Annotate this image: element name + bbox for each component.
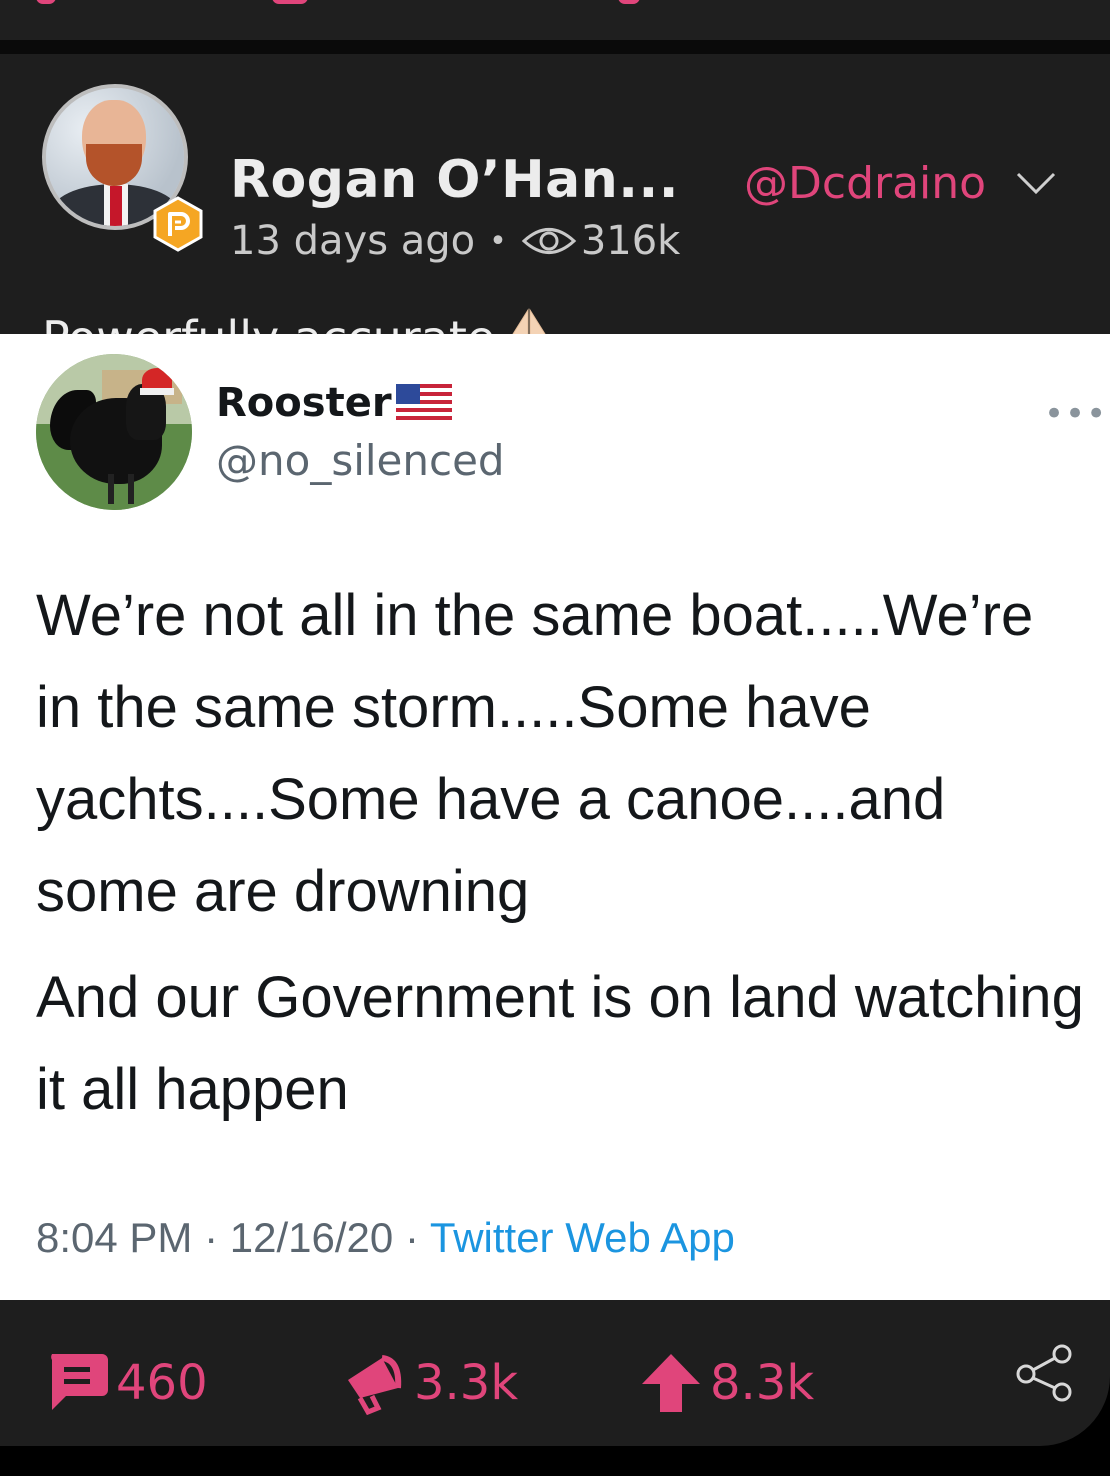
- tweet-body: We’re not all in the same boat.....We’re…: [36, 570, 1086, 1150]
- author-handle[interactable]: @Dcdraino: [744, 158, 986, 209]
- author-name[interactable]: Rogan O’Han...: [230, 150, 679, 210]
- tweet-paragraph: We’re not all in the same boat.....We’re…: [36, 583, 1034, 924]
- tweet-source: Twitter Web App: [429, 1214, 735, 1261]
- echo-button[interactable]: 3.3k: [342, 1350, 518, 1416]
- view-count: 316k: [580, 218, 681, 264]
- post-meta: 13 days ago • 316k: [230, 218, 680, 264]
- upvote-icon: [642, 1354, 700, 1412]
- feed-gap: [0, 40, 1110, 54]
- chevron-down-icon[interactable]: [1014, 164, 1058, 200]
- tweet-date: 12/16/20: [229, 1214, 394, 1261]
- post-header: Rogan O’Han... @Dcdraino 13 days ago • 3…: [0, 54, 1110, 366]
- tweet-author-name: Rooster: [216, 380, 452, 426]
- upvote-count: 8.3k: [710, 1355, 815, 1411]
- upvote-button[interactable]: 8.3k: [638, 1350, 814, 1416]
- more-options-icon: •••: [1044, 394, 1108, 434]
- comment-icon: [51, 1354, 108, 1410]
- post-card[interactable]: Rogan O’Han... @Dcdraino 13 days ago • 3…: [0, 54, 1110, 1446]
- eye-icon: [521, 228, 577, 254]
- previous-post-fragment: [36, 0, 56, 4]
- meta-separator: •: [489, 223, 507, 259]
- embedded-tweet-image[interactable]: Rooster @no_silenced ••• We’re not all i…: [0, 334, 1110, 1300]
- feed-bottom: [0, 1446, 1110, 1476]
- tweet-author-label: Rooster: [216, 380, 392, 426]
- tweet-author-handle: @no_silenced: [216, 436, 505, 485]
- tweet-separator: ·: [404, 1214, 419, 1261]
- tweet-separator: ·: [204, 1214, 219, 1261]
- post-time-ago: 13 days ago: [230, 218, 476, 264]
- post-actions: 460 3.3k 8.3k: [0, 1300, 1110, 1446]
- parler-badge-icon: [150, 196, 206, 252]
- comment-count: 460: [116, 1355, 208, 1411]
- tweet-avatar: [36, 354, 192, 510]
- share-icon[interactable]: [1012, 1340, 1076, 1404]
- tweet-time: 8:04 PM: [36, 1214, 193, 1261]
- previous-post-fragment: [618, 0, 640, 4]
- comment-button[interactable]: 460: [44, 1350, 208, 1416]
- previous-post-fragment: [272, 0, 308, 4]
- tweet-paragraph: And our Government is on land watching i…: [36, 965, 1084, 1122]
- tweet-footer: 8:04 PM · 12/16/20 · Twitter Web App: [36, 1214, 735, 1262]
- us-flag-icon: [395, 384, 452, 422]
- previous-post-card: [0, 0, 1110, 40]
- megaphone-icon: [348, 1355, 402, 1416]
- echo-count: 3.3k: [414, 1355, 519, 1411]
